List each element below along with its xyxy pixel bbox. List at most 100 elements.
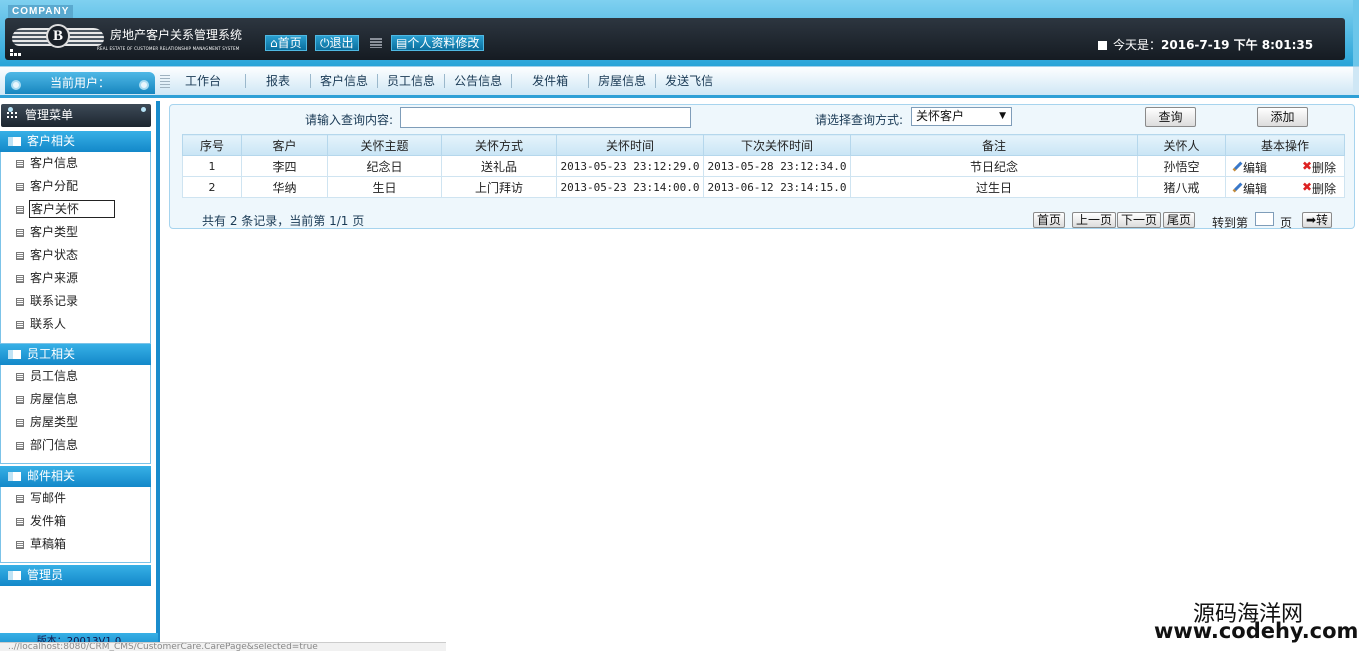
delete-link[interactable]: ✖删除 bbox=[1302, 180, 1336, 197]
book-icon bbox=[8, 350, 21, 359]
column-header: 关怀时间 bbox=[556, 134, 704, 156]
pencil-icon bbox=[1231, 182, 1243, 192]
pin-icon bbox=[11, 80, 21, 90]
sidebar-item-customer-info[interactable]: 客户信息 bbox=[1, 152, 150, 175]
column-header: 备注 bbox=[850, 134, 1138, 156]
logout-button[interactable]: ⏻退出 bbox=[315, 35, 359, 51]
document-icon bbox=[16, 229, 24, 237]
delete-label: 删除 bbox=[1312, 182, 1337, 196]
sidebar-item-write-mail[interactable]: 写邮件 bbox=[1, 487, 150, 510]
sidebar-item-customer-status[interactable]: 客户状态 bbox=[1, 244, 150, 267]
pencil-icon bbox=[1231, 161, 1243, 171]
group-title: 客户相关 bbox=[27, 134, 76, 148]
sidebar-item-outbox[interactable]: 发件箱 bbox=[1, 510, 150, 533]
cell-operations: 编辑 ✖删除 bbox=[1225, 176, 1345, 198]
watermark-url: www.codehy.com bbox=[1154, 619, 1359, 643]
edit-link[interactable]: 编辑 bbox=[1231, 159, 1267, 176]
document-icon bbox=[16, 183, 24, 191]
nav-item-outbox[interactable]: 发件箱 bbox=[511, 74, 588, 88]
column-header: 客户 bbox=[241, 134, 328, 156]
delete-x-icon: ✖ bbox=[1302, 159, 1313, 173]
sidebar-item-customer-assign[interactable]: 客户分配 bbox=[1, 175, 150, 198]
book-icon bbox=[8, 472, 21, 481]
sidebar-item-contacts[interactable]: 联系人 bbox=[1, 313, 150, 336]
nav-item-employee-info[interactable]: 员工信息 bbox=[377, 74, 444, 88]
home-button[interactable]: ⌂首页 bbox=[265, 35, 307, 51]
sidebar-item-drafts[interactable]: 草稿箱 bbox=[1, 533, 150, 556]
sidebar-item-label: 房屋类型 bbox=[30, 415, 79, 429]
group-mail-items: 写邮件 发件箱 草稿箱 bbox=[0, 487, 151, 563]
home-icon: ⌂ bbox=[270, 36, 278, 50]
sidebar-item-customer-type[interactable]: 客户类型 bbox=[1, 221, 150, 244]
sidebar-item-label: 员工信息 bbox=[30, 369, 79, 383]
sidebar-item-label: 客户信息 bbox=[30, 156, 79, 170]
group-employee-header[interactable]: 员工相关 bbox=[0, 344, 151, 365]
prev-page-button[interactable]: 上一页 bbox=[1072, 212, 1117, 228]
goto-page-input[interactable] bbox=[1255, 212, 1274, 226]
query-mode-select[interactable]: 关怀客户 ▼ bbox=[911, 107, 1012, 126]
next-page-button[interactable]: 下一页 bbox=[1117, 212, 1162, 228]
sidebar-item-contact-records[interactable]: 联系记录 bbox=[1, 290, 150, 313]
delete-link[interactable]: ✖删除 bbox=[1302, 159, 1336, 176]
edit-link[interactable]: 编辑 bbox=[1231, 180, 1267, 197]
nav-bar: 当前用户： 工作台 报表 客户信息 员工信息 公告信息 发件箱 房屋信息 发送飞… bbox=[0, 66, 1359, 98]
sidebar-item-customer-care[interactable]: 客户关怀 bbox=[1, 198, 150, 221]
search-button[interactable]: 查询 bbox=[1145, 107, 1196, 127]
goto-suffix: 页 bbox=[1280, 216, 1293, 230]
last-page-button[interactable]: 尾页 bbox=[1163, 212, 1196, 228]
group-title: 员工相关 bbox=[27, 347, 76, 361]
cell-method: 上门拜访 bbox=[441, 176, 557, 198]
list-icon bbox=[370, 38, 382, 48]
care-table: 序号 客户 关怀主题 关怀方式 关怀时间 下次关怀时间 备注 关怀人 基本操作 … bbox=[182, 134, 1345, 198]
menu-title: 管理菜单 bbox=[25, 108, 74, 122]
cell-remark: 过生日 bbox=[850, 176, 1138, 198]
sidebar-item-house-info[interactable]: 房屋信息 bbox=[1, 388, 150, 411]
customer-care-panel: 请输入查询内容: 请选择查询方式: 关怀客户 ▼ 查询 添加 序号 客户 关怀主… bbox=[169, 104, 1355, 230]
nav-item-customer-info[interactable]: 客户信息 bbox=[310, 74, 377, 88]
company-tag: COMPANY bbox=[8, 5, 74, 18]
sidebar-item-department-info[interactable]: 部门信息 bbox=[1, 434, 150, 457]
book-icon bbox=[8, 571, 21, 580]
menu-header: 管理菜单 bbox=[1, 104, 151, 127]
delete-x-icon: ✖ bbox=[1302, 180, 1313, 194]
column-header: 下次关怀时间 bbox=[703, 134, 851, 156]
sidebar-item-house-type[interactable]: 房屋类型 bbox=[1, 411, 150, 434]
edit-label: 编辑 bbox=[1243, 182, 1268, 196]
group-customer-header[interactable]: 客户相关 bbox=[0, 131, 151, 152]
query-mode-value: 关怀客户 bbox=[916, 109, 965, 123]
group-admin-header[interactable]: 管理员 bbox=[0, 565, 151, 586]
cell-customer: 李四 bbox=[241, 155, 328, 177]
grip-icon bbox=[160, 75, 170, 89]
table-row: 1 李四 纪念日 送礼品 2013-05-23 23:12:29.0 2013-… bbox=[182, 155, 1345, 177]
profile-edit-button[interactable]: ▤个人资料修改 bbox=[391, 35, 485, 51]
document-icon bbox=[16, 373, 24, 381]
bentley-logo: B bbox=[12, 22, 104, 56]
logout-button-label: 退出 bbox=[329, 36, 354, 50]
sidebar-item-label: 客户来源 bbox=[30, 271, 79, 285]
add-button[interactable]: 添加 bbox=[1257, 107, 1308, 127]
cell-care-time: 2013-05-23 23:14:00.0 bbox=[556, 176, 704, 198]
cell-method: 送礼品 bbox=[441, 155, 557, 177]
nav-item-workbench[interactable]: 工作台 bbox=[172, 74, 245, 88]
nav-item-notice-info[interactable]: 公告信息 bbox=[444, 74, 511, 88]
document-icon bbox=[16, 321, 24, 329]
edit-label: 编辑 bbox=[1243, 161, 1268, 175]
goto-button[interactable]: ➡转 bbox=[1302, 212, 1333, 228]
nav-item-house-info[interactable]: 房屋信息 bbox=[588, 74, 655, 88]
group-mail-header[interactable]: 邮件相关 bbox=[0, 466, 151, 487]
sidebar-item-label: 客户类型 bbox=[30, 225, 79, 239]
nav-item-send-fetion[interactable]: 发送飞信 bbox=[655, 74, 722, 88]
record-count-info: 共有 2 条记录，当前第 1/1 页 bbox=[202, 214, 365, 228]
first-page-button[interactable]: 首页 bbox=[1033, 212, 1066, 228]
care-table-wrap: 序号 客户 关怀主题 关怀方式 关怀时间 下次关怀时间 备注 关怀人 基本操作 … bbox=[182, 134, 1345, 198]
current-user-tab: 当前用户： bbox=[5, 72, 155, 94]
sidebar-item-label: 客户分配 bbox=[30, 179, 79, 193]
profile-button-label: 个人资料修改 bbox=[407, 36, 480, 50]
date-display: 今天是：2016-7-19 下午 8:01:35 bbox=[1098, 36, 1313, 53]
sidebar-item-employee-info[interactable]: 员工信息 bbox=[1, 365, 150, 388]
cell-care-time: 2013-05-23 23:12:29.0 bbox=[556, 155, 704, 177]
sidebar-item-label: 客户关怀 bbox=[29, 200, 116, 218]
nav-item-reports[interactable]: 报表 bbox=[245, 74, 310, 88]
query-input[interactable] bbox=[400, 107, 691, 128]
sidebar-item-customer-source[interactable]: 客户来源 bbox=[1, 267, 150, 290]
